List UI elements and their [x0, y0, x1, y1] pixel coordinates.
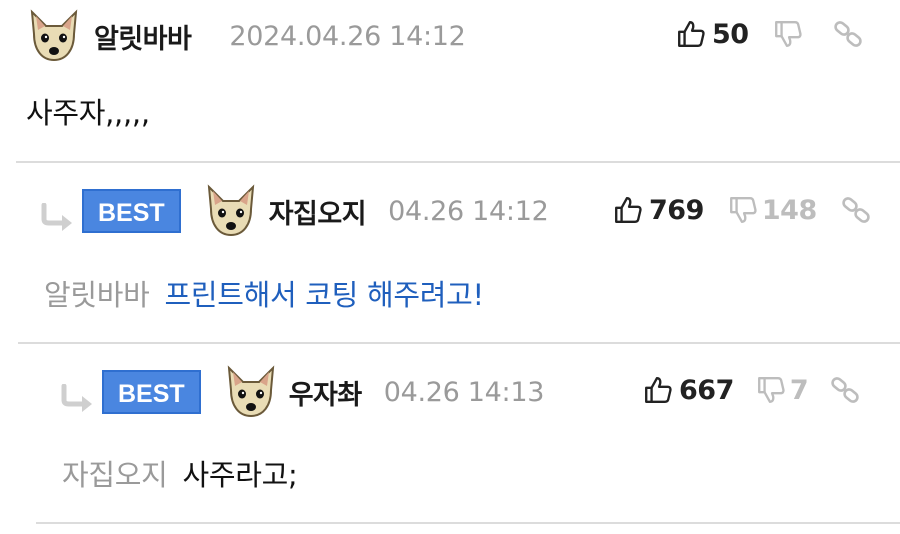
comment-author[interactable]: 알릿바바	[94, 17, 192, 56]
reply-to-author[interactable]: 알릿바바	[44, 278, 150, 312]
comment-text: 자집오지 사주라고;	[62, 452, 298, 494]
comment-header: BEST 우자촤 04.26 14:13	[58, 364, 544, 420]
reply-to-author[interactable]: 자집오지	[62, 458, 168, 492]
thumbs-up-icon	[613, 195, 643, 225]
upvote-count: 50	[712, 18, 749, 50]
vote-bar: 769 148	[613, 190, 871, 230]
link-icon[interactable]	[833, 19, 863, 49]
reply-arrow-icon	[38, 203, 78, 233]
dog-avatar-icon[interactable]	[223, 364, 279, 420]
thumbs-down-icon	[728, 195, 758, 225]
comment-author[interactable]: 우자촤	[289, 373, 363, 412]
upvote-count: 667	[679, 374, 734, 406]
vote-bar: 667 7	[643, 370, 860, 410]
comment-body: 사주라고;	[182, 458, 298, 492]
comment-text: 사주자,,,,,	[26, 96, 150, 130]
downvote-button[interactable]: 148	[728, 195, 817, 226]
thumbs-up-icon	[643, 375, 673, 405]
vote-bar: 50	[676, 14, 863, 54]
comment-author[interactable]: 자집오지	[269, 192, 367, 231]
comment-header: BEST 자집오지 04.26 14:12	[38, 183, 549, 239]
upvote-button[interactable]: 50	[676, 19, 749, 50]
downvote-count: 148	[761, 194, 817, 226]
comment-date: 2024.04.26 14:12	[229, 20, 466, 52]
best-badge: BEST	[102, 370, 201, 414]
comment-header: 알릿바바 2024.04.26 14:12	[26, 8, 466, 64]
reply-arrow-icon	[58, 384, 98, 414]
downvote-button[interactable]: 7	[756, 374, 809, 406]
link-icon[interactable]	[830, 375, 860, 405]
upvote-count: 769	[649, 194, 704, 226]
link-icon[interactable]	[841, 195, 871, 225]
downvote-count: 7	[789, 374, 809, 406]
divider	[36, 522, 900, 524]
comment-date: 04.26 14:12	[388, 195, 549, 227]
thumbs-down-icon	[773, 19, 803, 49]
comment-text: 알릿바바 프린트해서 코팅 해주려고!	[44, 272, 484, 314]
upvote-button[interactable]: 667	[643, 375, 734, 406]
upvote-button[interactable]: 769	[613, 195, 704, 226]
downvote-button[interactable]	[773, 19, 803, 49]
comment-body: 프린트해서 코팅 해주려고!	[164, 278, 484, 312]
divider	[18, 342, 900, 344]
thumbs-up-icon	[676, 19, 706, 49]
best-badge: BEST	[82, 189, 181, 233]
thumbs-down-icon	[756, 375, 786, 405]
comment-date: 04.26 14:13	[383, 376, 545, 408]
dog-avatar-icon[interactable]	[26, 8, 82, 64]
divider	[16, 161, 900, 163]
dog-avatar-icon[interactable]	[203, 183, 259, 239]
